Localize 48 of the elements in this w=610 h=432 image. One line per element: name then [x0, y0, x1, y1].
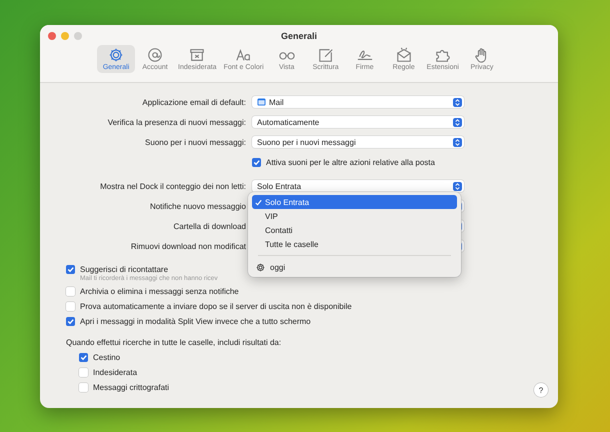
- checkbox-label: Suggerisci di ricontattare: [80, 265, 168, 274]
- checkbox-label: Apri i messaggi in modalità Split View invece che a tutto schermo: [80, 317, 311, 326]
- field-label: Rimuovi download non modificat: [130, 242, 247, 250]
- menu-item[interactable]: VIP: [252, 209, 457, 223]
- popup-button[interactable]: Suono per i nuovi messaggi: [252, 136, 464, 148]
- checkbox-label: Cestino: [93, 353, 120, 362]
- menu-item[interactable]: Solo Entrata: [252, 195, 457, 209]
- checkbox-label: Indesiderata: [93, 368, 138, 377]
- menu-item[interactable]: Tutte le caselle: [252, 237, 457, 251]
- gear-icon: [256, 262, 265, 272]
- checkbox[interactable]: [66, 302, 75, 311]
- checkmark-icon: [254, 198, 263, 206]
- checkbox[interactable]: [79, 383, 88, 392]
- zoom-button[interactable]: [74, 32, 82, 40]
- menu-item[interactable]: Contatti: [252, 223, 457, 237]
- checkbox[interactable]: [252, 158, 261, 166]
- checkbox[interactable]: [66, 265, 75, 274]
- puzzle-icon: [434, 47, 452, 63]
- checkbox[interactable]: [79, 368, 88, 377]
- checkbox-label: Attiva suoni per le altre azioni relative alla posta: [266, 158, 435, 166]
- field-label: Suono per i nuovi messaggi:: [144, 138, 247, 146]
- section-heading: Quando effettui ricerche in tutte le caselle, includi risultati da:: [66, 338, 282, 347]
- field-label: Verifica la presenza di nuovi messaggi:: [106, 118, 247, 126]
- stepper-icon: [453, 118, 462, 126]
- field-label: Notifiche nuovo messaggio: [148, 202, 247, 210]
- stepper-icon: [453, 98, 462, 106]
- stepper-icon: [453, 182, 462, 190]
- field-label: Applicazione email di default:: [141, 98, 247, 106]
- popup-button[interactable]: Automaticamente: [252, 116, 464, 128]
- menu-item[interactable]: oggi: [252, 260, 457, 274]
- font-icon: [234, 47, 253, 63]
- close-button[interactable]: [48, 32, 56, 40]
- checkbox[interactable]: [79, 353, 88, 362]
- field-label: Mostra nel Dock il conteggio dei non letti:: [99, 182, 247, 190]
- window-title: Generali: [280, 30, 318, 41]
- popup-button[interactable]: Solo Entrata: [252, 180, 464, 192]
- field-label: Cartella di download: [172, 222, 247, 230]
- checkbox-label: Prova automaticamente a inviare dopo se il server di uscita non è disponibile: [80, 302, 352, 311]
- help-button[interactable]: ?: [534, 383, 548, 397]
- popup-button[interactable]: Mail: [252, 96, 464, 108]
- checkbox[interactable]: [66, 317, 75, 326]
- compose-icon: [316, 47, 335, 63]
- at-icon: [146, 47, 164, 63]
- minimize-button[interactable]: [61, 32, 69, 40]
- stepper-icon: [453, 138, 462, 146]
- checkbox[interactable]: [66, 287, 75, 296]
- checkbox-label: Messaggi crittografati: [93, 383, 170, 392]
- checkbox-label: Archivia o elimina i messaggi senza notifiche: [80, 287, 239, 296]
